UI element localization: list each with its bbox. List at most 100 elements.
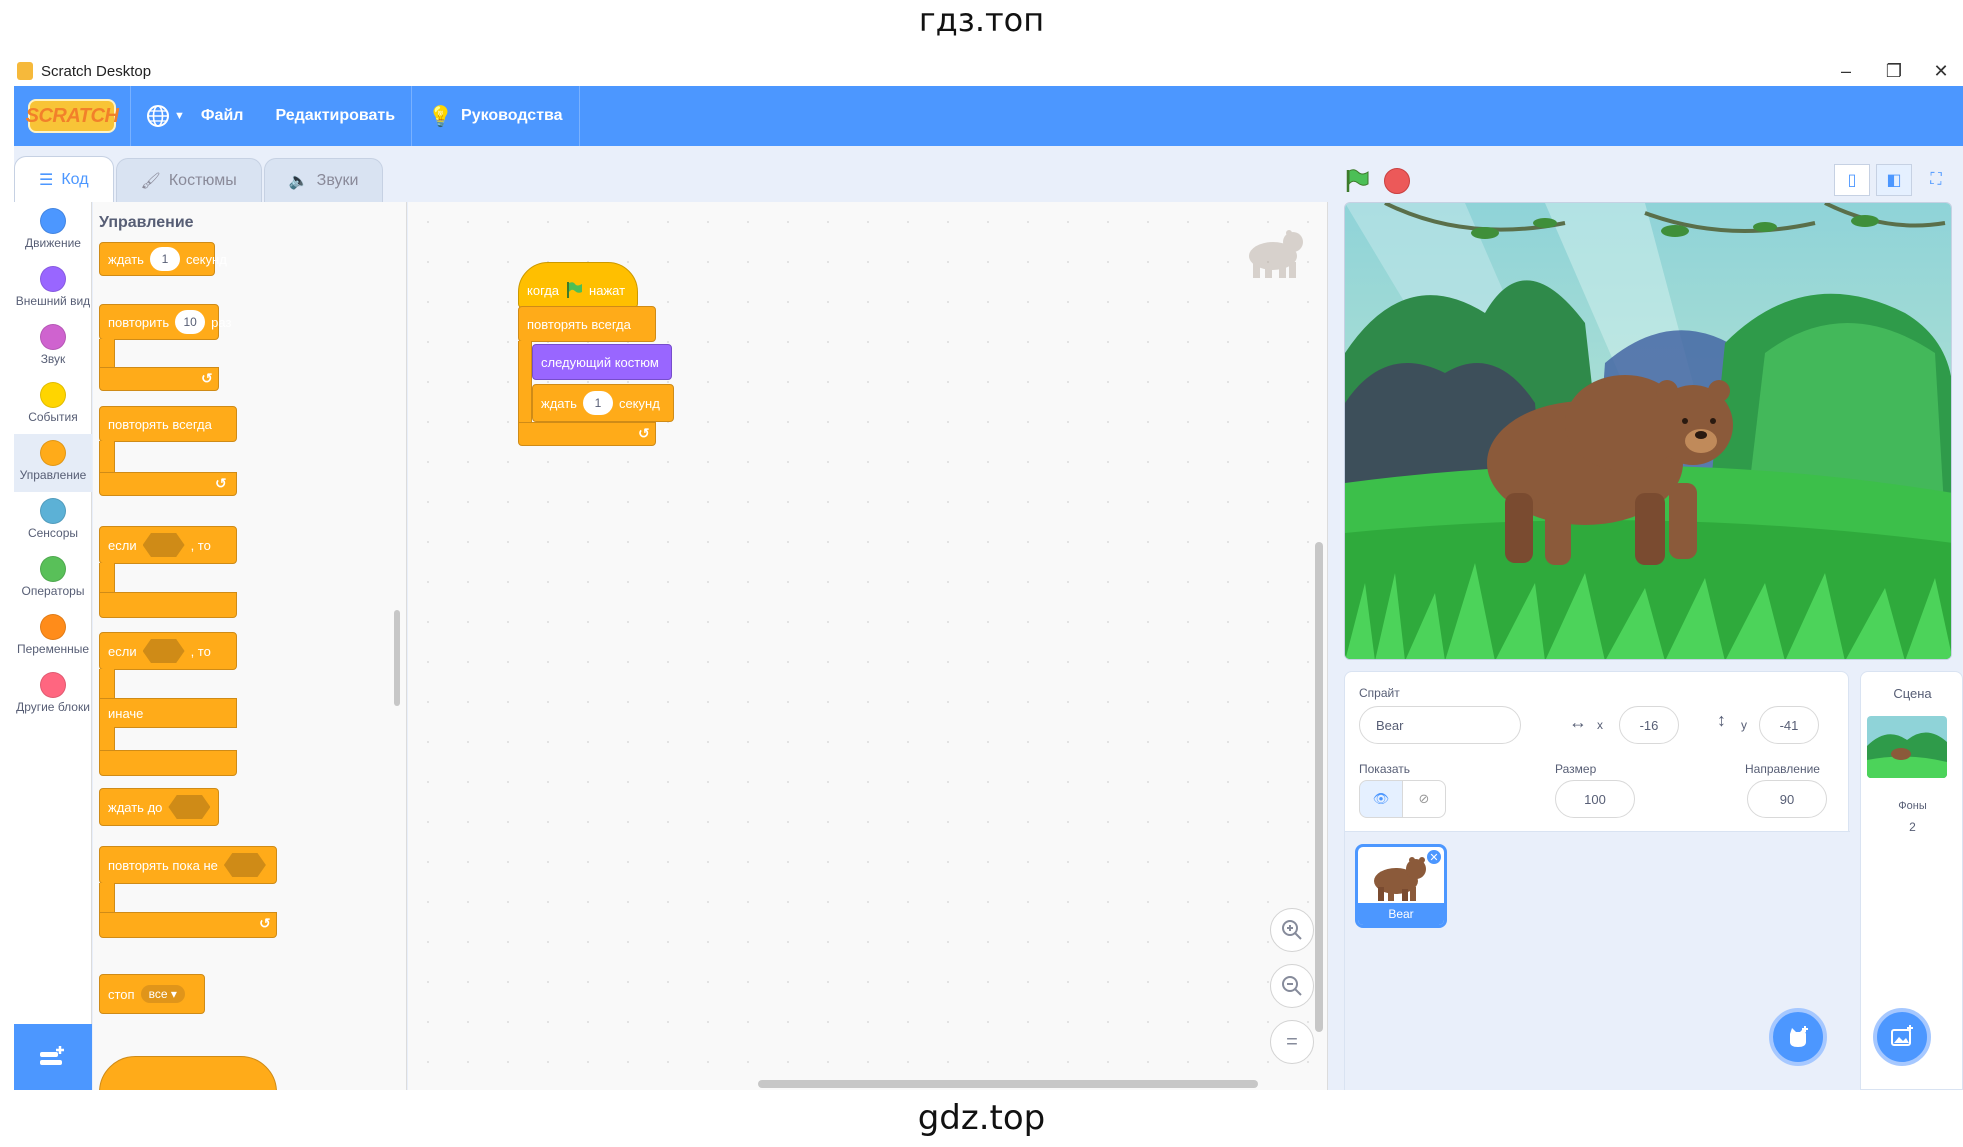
- when-flag-clicked-block[interactable]: когда нажат: [518, 262, 638, 308]
- category-looks[interactable]: Внешний вид: [14, 260, 92, 318]
- block-text: нажат: [589, 282, 626, 298]
- fullscreen-button[interactable]: ⛶: [1918, 164, 1954, 196]
- fullscreen-icon: ⛶: [1930, 171, 1942, 188]
- wait-script-block[interactable]: ждать 1 секунд: [532, 384, 674, 422]
- block-text: повторять пока не: [108, 857, 218, 873]
- y-label: y: [1741, 718, 1747, 732]
- wait-seconds-input[interactable]: 1: [582, 391, 613, 415]
- if-then-block[interactable]: если , то: [99, 526, 237, 564]
- condition-slot[interactable]: [142, 639, 185, 663]
- repeat-count-input[interactable]: 10: [175, 310, 206, 334]
- forever-script-foot: [518, 422, 656, 446]
- stop-option-dropdown[interactable]: все ▾: [140, 985, 185, 1003]
- forever-script-block[interactable]: повторять всегда: [518, 306, 656, 342]
- category-motion[interactable]: Движение: [14, 202, 92, 260]
- small-stage-icon: ▯: [1847, 172, 1857, 189]
- restore-button[interactable]: ❐: [1872, 56, 1916, 86]
- language-menu[interactable]: ▼: [145, 103, 185, 129]
- block-text: секунд: [185, 251, 227, 267]
- tab-code[interactable]: ☰ Код: [14, 156, 114, 202]
- block-text: ждать: [541, 395, 577, 411]
- palette-title: Управление: [99, 214, 194, 231]
- menu-edit[interactable]: Редактировать: [259, 86, 411, 146]
- category-my-blocks[interactable]: Другие блоки: [14, 666, 92, 724]
- add-extension-button[interactable]: [14, 1024, 92, 1090]
- stop-option-value: все: [148, 987, 168, 1001]
- block-categories: Движение Внешний вид Звук События Управл…: [14, 202, 92, 1090]
- zoom-out-button[interactable]: [1270, 964, 1314, 1008]
- loop-arrow-icon: ↺: [201, 370, 213, 386]
- clone-hat-block[interactable]: [99, 1056, 277, 1090]
- y-position-input[interactable]: -41: [1759, 706, 1819, 744]
- condition-slot[interactable]: [223, 853, 266, 877]
- loop-arrow-icon: ↺: [259, 915, 271, 931]
- category-sound[interactable]: Звук: [14, 318, 92, 376]
- script-workspace[interactable]: когда нажат повторять всегда следующий к…: [408, 202, 1328, 1090]
- hide-sprite-button[interactable]: ⊘: [1402, 780, 1446, 818]
- close-button[interactable]: ✕: [1919, 56, 1963, 86]
- tab-costumes[interactable]: 🖌 Костюмы: [115, 158, 262, 202]
- menu-tutorials[interactable]: 💡 Руководства: [412, 86, 578, 146]
- category-dot: [40, 440, 66, 466]
- small-stage-button[interactable]: ▯: [1834, 164, 1870, 196]
- block-text: следующий костюм: [541, 354, 659, 370]
- scratch-logo[interactable]: SCRATCH: [26, 99, 119, 133]
- stop-block[interactable]: стоп все ▾: [99, 974, 205, 1014]
- add-backdrop-button[interactable]: [1873, 1008, 1931, 1066]
- workspace-vertical-scrollbar[interactable]: [1315, 542, 1323, 1032]
- green-flag-button[interactable]: [1344, 168, 1370, 194]
- size-input[interactable]: 100: [1555, 780, 1635, 818]
- cat-add-icon: [1790, 1026, 1808, 1047]
- zoom-in-icon: [1282, 920, 1302, 940]
- delete-sprite-button[interactable]: ✕: [1426, 849, 1442, 865]
- tab-costumes-label: Костюмы: [168, 171, 237, 189]
- add-sprite-button[interactable]: [1769, 1008, 1827, 1066]
- stage[interactable]: [1344, 202, 1952, 660]
- forever-block-arm: [99, 441, 115, 473]
- speaker-icon: 🔈: [288, 172, 309, 190]
- if-else-block-foot: [99, 750, 237, 776]
- workspace-horizontal-scrollbar[interactable]: [758, 1080, 1258, 1088]
- next-costume-block[interactable]: следующий костюм: [532, 344, 672, 380]
- category-operators[interactable]: Операторы: [14, 550, 92, 608]
- menu-file[interactable]: Файл: [185, 86, 260, 146]
- category-control[interactable]: Управление: [14, 434, 92, 492]
- stop-button[interactable]: [1384, 168, 1410, 194]
- forest-backdrop: [1345, 203, 1951, 659]
- minimize-button[interactable]: –: [1824, 56, 1868, 86]
- title-bar: Scratch Desktop – ❐ ✕: [14, 56, 1963, 86]
- stage-selector-pane[interactable]: Сцена Фоны 2: [1860, 671, 1963, 1090]
- if-else-block[interactable]: если , то: [99, 632, 237, 670]
- x-label: x: [1597, 718, 1603, 732]
- show-sprite-button[interactable]: 👁: [1359, 780, 1403, 818]
- large-stage-button[interactable]: ◧: [1876, 164, 1912, 196]
- category-sensing[interactable]: Сенсоры: [14, 492, 92, 550]
- zoom-reset-button[interactable]: =: [1270, 1020, 1314, 1064]
- forever-block[interactable]: повторять всегда: [99, 406, 237, 442]
- stage-thumbnail[interactable]: [1867, 716, 1947, 778]
- direction-input[interactable]: 90: [1747, 780, 1827, 818]
- palette-scrollbar[interactable]: [394, 610, 400, 706]
- size-label: Размер: [1555, 762, 1597, 776]
- wait-block[interactable]: ждать 1 секунд: [99, 242, 227, 276]
- app-icon: [17, 62, 33, 80]
- repeat-block-arm: [99, 339, 115, 369]
- repeat-until-block-foot: [99, 912, 277, 938]
- category-dot: [40, 614, 66, 640]
- block-text: повторить: [108, 314, 170, 330]
- category-variables[interactable]: Переменные: [14, 608, 92, 666]
- zoom-in-button[interactable]: [1270, 908, 1314, 952]
- category-events[interactable]: События: [14, 376, 92, 434]
- x-position-input[interactable]: -16: [1619, 706, 1679, 744]
- tab-sounds[interactable]: 🔈 Звуки: [263, 158, 384, 202]
- repeat-block[interactable]: повторить 10 раз: [99, 304, 231, 340]
- sprite-thumbnail-label: Bear: [1358, 903, 1444, 925]
- condition-slot[interactable]: [168, 795, 211, 819]
- sprite-name-input[interactable]: Bear: [1359, 706, 1521, 744]
- forever-script-arm: [518, 341, 532, 425]
- sprite-thumbnail-bear[interactable]: ✕ Bear: [1355, 844, 1447, 928]
- repeat-until-block[interactable]: повторять пока не: [99, 846, 277, 884]
- wait-until-block[interactable]: ждать до: [99, 788, 219, 826]
- wait-seconds-input[interactable]: 1: [149, 247, 180, 271]
- condition-slot[interactable]: [142, 533, 185, 557]
